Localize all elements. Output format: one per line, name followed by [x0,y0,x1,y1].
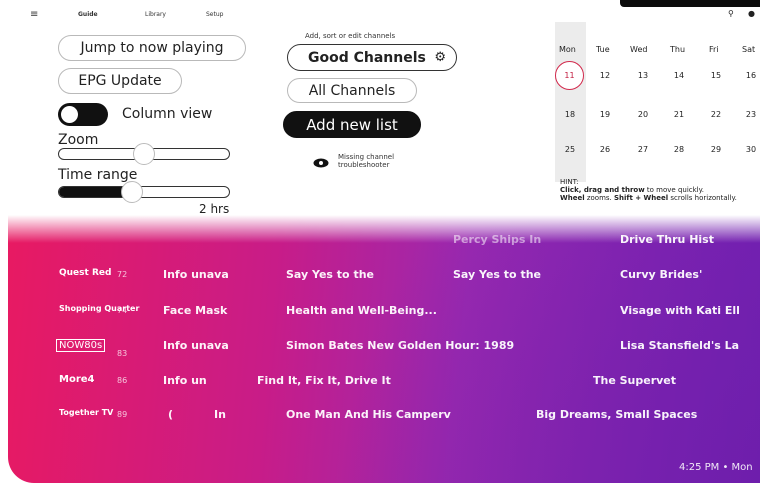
calendar-date[interactable]: 22 [703,110,729,119]
calendar-date[interactable]: 16 [738,71,760,80]
cal-day-wed: Wed [630,45,648,54]
channel-number: 89 [117,410,128,419]
calendar-date[interactable]: 26 [592,145,618,154]
program-cell[interactable]: Say Yes to the [453,268,541,281]
channel-logo[interactable]: NOW80s [56,339,106,352]
settings-icon[interactable]: ● [748,9,755,18]
program-cell[interactable]: One Man And His Camperv [286,408,451,421]
channel-number: 74 [117,306,128,315]
add-new-list-button[interactable]: Add new list [283,111,421,138]
epg-update-button[interactable]: EPG Update [58,68,182,94]
top-right-bar [620,0,760,7]
zoom-label: Zoom [58,132,99,148]
epg-row: NOW80s 83 Info unava Simon Bates New Gol… [8,339,760,361]
channel-number: 72 [117,270,128,279]
channel-logo[interactable]: More4 [59,374,95,385]
hint-bold-2: Wheel [560,194,585,202]
program-cell[interactable]: Info unava [163,268,229,281]
program-cell[interactable]: In [214,408,226,421]
calendar-date[interactable]: 29 [703,145,729,154]
program-cell[interactable]: Lisa Stansfield's La [620,339,739,352]
program-cell[interactable]: Health and Well-Being... [286,304,437,317]
program-cell[interactable]: Simon Bates New Golden Hour: 1989 [286,339,514,352]
program-cell[interactable]: Info un [163,374,207,387]
location-pin-icon[interactable]: ⚲ [728,9,734,18]
calendar-date[interactable]: 30 [738,145,760,154]
program-cell[interactable]: Curvy Brides' [620,268,702,281]
program-cell[interactable]: Find It, Fix It, Drive It [257,374,391,387]
calendar-date[interactable]: 18 [557,110,583,119]
tab-library[interactable]: Library [145,11,166,18]
channel-logo[interactable]: Quest Red [59,268,111,278]
program-cell[interactable]: Big Dreams, Small Spaces [536,408,697,421]
calendar-date[interactable]: 19 [592,110,618,119]
time-range-value: 2 hrs [199,202,230,216]
cal-day-thu: Thu [670,45,686,54]
hamburger-menu-icon[interactable]: ≡ [30,9,38,20]
status-clock: 4:25 PM • Mon [679,462,753,473]
epg-row: Together TV 89 ( In One Man And His Camp… [8,408,760,430]
hint-body: Click, drag and throw to move quickly. W… [560,186,760,202]
program-cell[interactable]: Say Yes to the [286,268,374,281]
program-cell[interactable]: Face Mask [163,304,227,317]
channel-number: 86 [117,376,128,385]
epg-row: Quest Red 72 Info unava Say Yes to the S… [8,268,760,290]
cal-day-tue: Tue [596,45,610,54]
calendar-date[interactable]: 27 [630,145,656,154]
calendar-date[interactable]: 15 [703,71,729,80]
program-cell[interactable]: Percy Ships In [453,233,541,246]
time-range-slider[interactable] [58,186,230,198]
cal-day-mon: Mon [559,45,576,54]
cal-day-sat: Sat [742,45,756,54]
all-channels-button[interactable]: All Channels [287,78,417,103]
calendar-date[interactable]: 21 [666,110,692,119]
hint-bold-1: Click, drag and throw [560,186,645,194]
channel-number: 83 [117,349,128,358]
epg-row: Shopping Quarter 74 Face Mask Health and… [8,304,760,326]
program-cell[interactable]: Drive Thru Hist [620,233,714,246]
hint-text-6: scrolls horizontally. [668,194,737,202]
epg-grid[interactable]: Percy Ships In Drive Thru Hist Quest Red… [8,215,760,483]
channel-logo[interactable]: Shopping Quarter [59,304,139,313]
missing-channel-line1[interactable]: Missing channel [338,153,394,161]
time-range-label: Time range [58,167,138,183]
channel-list-select[interactable]: Good Channels ⚙ [287,44,457,71]
epg-row: More4 86 Info un Find It, Fix It, Drive … [8,374,760,396]
column-view-toggle[interactable] [58,103,108,126]
calendar-date[interactable]: 14 [666,71,692,80]
calendar-date[interactable]: 20 [630,110,656,119]
settings-panel: ≡ Guide Library Setup ⚲ ● Jump to now pl… [0,0,760,240]
eye-icon[interactable] [313,158,329,168]
program-cell[interactable]: Visage with Kati Ell [620,304,740,317]
tab-setup[interactable]: Setup [206,11,223,18]
time-range-slider-knob[interactable] [121,181,143,203]
list-hint-label: Add, sort or edit channels [305,32,396,40]
selected-list-label: Good Channels [308,49,426,66]
column-view-label: Column view [122,106,213,122]
calendar-date[interactable]: 12 [592,71,618,80]
channel-logo[interactable]: Together TV [59,408,113,417]
calendar-date[interactable]: 23 [738,110,760,119]
hint-text: HINT: Click, drag and throw to move quic… [560,178,760,202]
calendar-date[interactable]: 25 [557,145,583,154]
zoom-slider-knob[interactable] [133,143,155,165]
calendar-date[interactable]: 13 [630,71,656,80]
hint-bold-3: Shift + Wheel [614,194,669,202]
cal-day-fri: Fri [709,45,719,54]
program-cell[interactable]: Info unava [163,339,229,352]
jump-to-now-button[interactable]: Jump to now playing [58,35,246,61]
missing-channel-line2[interactable]: troubleshooter [338,161,389,169]
hint-text-4: zooms. [584,194,614,202]
hint-title: HINT: [560,178,579,186]
tab-guide[interactable]: Guide [78,11,98,18]
settings-gear-icon[interactable]: ⚙ [434,50,446,65]
epg-row: Percy Ships In Drive Thru Hist [8,233,760,255]
program-cell[interactable]: The Supervet [593,374,676,387]
hint-text-2: to move quickly. [644,186,704,194]
calendar-date[interactable]: 28 [666,145,692,154]
calendar-today[interactable]: 11 [555,61,584,90]
toggle-knob [61,106,78,123]
program-cell[interactable]: ( [168,408,173,421]
